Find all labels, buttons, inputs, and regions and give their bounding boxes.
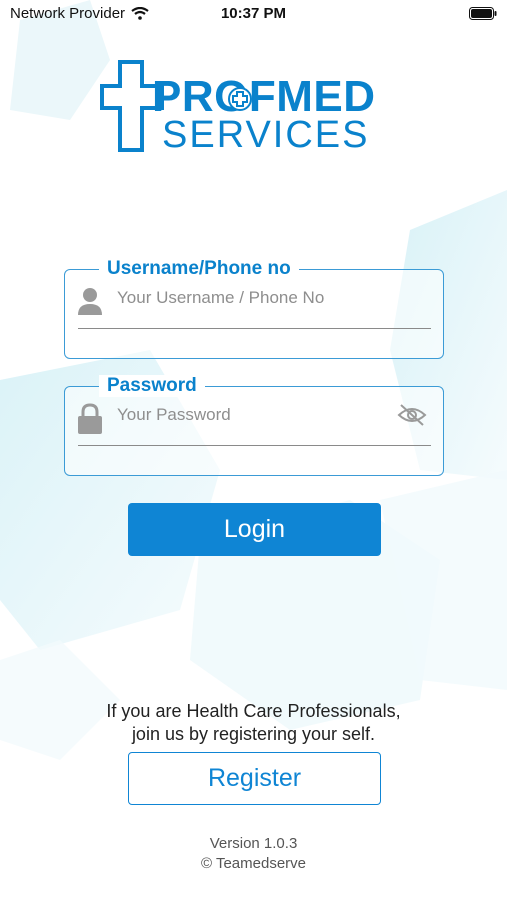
profmed-logo: PROFMED SERVICES: [100, 58, 410, 156]
register-note: If you are Health Care Professionals, jo…: [0, 700, 507, 746]
username-input[interactable]: [117, 284, 377, 312]
register-note-line1: If you are Health Care Professionals,: [106, 701, 401, 721]
register-button[interactable]: Register: [128, 752, 381, 805]
password-label: Password: [99, 375, 205, 397]
register-note-line2: join us by registering your self.: [131, 724, 376, 744]
username-label: Username/Phone no: [99, 258, 299, 280]
username-field-group: Username/Phone no: [64, 258, 444, 359]
copyright-text: © Teamedserve: [201, 855, 306, 872]
lock-icon: [78, 403, 102, 434]
status-time: 10:37 PM: [220, 5, 287, 22]
username-underline: [78, 328, 431, 329]
password-underline: [78, 445, 431, 446]
logo-badge-icon: [228, 87, 252, 111]
login-button[interactable]: Login: [128, 503, 381, 556]
version-text: Version 1.0.3: [209, 835, 298, 852]
user-icon: [78, 288, 102, 315]
footer: Version 1.0.3 © Teamedserve: [0, 834, 507, 874]
password-field-group: Password: [64, 375, 444, 476]
logo-word-bottom: SERVICES: [162, 114, 370, 156]
password-input[interactable]: [117, 401, 377, 429]
battery-icon: [469, 7, 497, 20]
status-bar: Network Provider 10:37 PM: [0, 0, 507, 28]
eye-slash-icon[interactable]: [397, 403, 427, 427]
